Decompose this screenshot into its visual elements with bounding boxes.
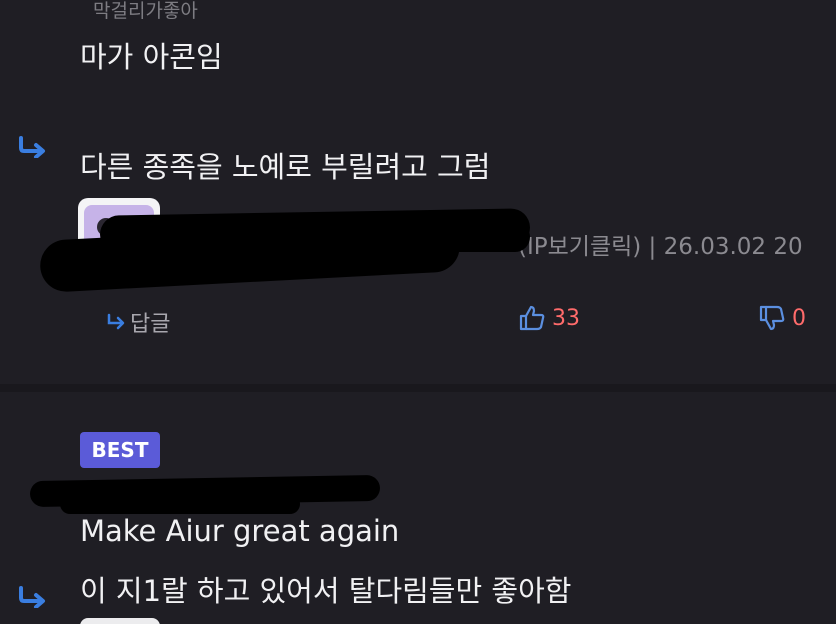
thumbs-down-icon <box>759 305 785 331</box>
comment-nickname[interactable]: 막걸리가좋아 <box>93 0 198 23</box>
thumbs-up-icon <box>519 305 545 331</box>
comment-text: 마가 아콘임 <box>80 40 223 74</box>
reply-arrow-icon <box>19 136 45 158</box>
reply-arrow-icon <box>19 586 45 608</box>
comment-screen: 막걸리가좋아 마가 아콘임 다른 종족을 노예로 부릴려고 그럼 (IP보기클릭… <box>0 0 836 624</box>
comment-divider <box>0 384 836 392</box>
reply-button[interactable]: 답글 <box>106 306 170 338</box>
avatar[interactable] <box>80 618 160 624</box>
redaction-mark <box>150 222 530 252</box>
reply-button-label: 답글 <box>130 312 171 337</box>
dislike-count: 0 <box>792 305 806 331</box>
reply-arrow-icon <box>107 313 125 330</box>
reply-text: 다른 종족을 노예로 부릴려고 그럼 <box>80 150 491 184</box>
like-button[interactable]: 33 <box>518 304 580 332</box>
dislike-button[interactable]: 0 <box>758 304 806 332</box>
comment-text: Make Aiur great again <box>80 514 400 548</box>
comment-meta[interactable]: (IP보기클릭) | 26.03.02 20 <box>518 227 803 261</box>
redaction-mark <box>60 494 300 514</box>
like-count: 33 <box>552 305 580 331</box>
best-badge: BEST <box>80 432 160 468</box>
reply-text: 이 지1랄 하고 있어서 탈다림들만 좋아함 <box>80 574 572 608</box>
comment-block-1: 막걸리가좋아 마가 아콘임 다른 종족을 노예로 부릴려고 그럼 (IP보기클릭… <box>0 0 836 384</box>
